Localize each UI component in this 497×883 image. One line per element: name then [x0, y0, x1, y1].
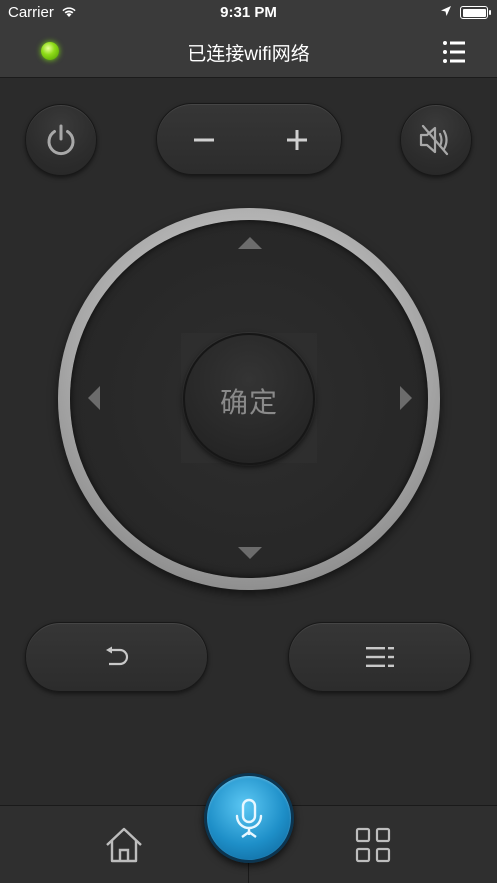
- arrow-down-icon: [238, 547, 262, 559]
- plus-icon: [286, 130, 307, 150]
- volume-up-button[interactable]: [250, 104, 343, 176]
- apps-tab-button[interactable]: [333, 812, 413, 878]
- home-icon: [106, 827, 142, 863]
- volume-down-button[interactable]: [157, 104, 250, 176]
- options-menu-button[interactable]: [288, 622, 471, 692]
- arrow-right-icon: [400, 386, 412, 410]
- nav-bar: 已连接wifi网络: [0, 26, 497, 78]
- battery-icon: [460, 6, 491, 19]
- volume-control: [156, 103, 342, 175]
- mute-icon: [419, 124, 449, 156]
- menu-lines-icon: [365, 647, 394, 667]
- home-tab-button[interactable]: [84, 812, 164, 878]
- dpad-right-button[interactable]: [366, 348, 426, 448]
- status-bar: Carrier 9:31 PM: [0, 0, 497, 26]
- microphone-icon: [235, 798, 263, 838]
- dpad-up-button[interactable]: [198, 222, 298, 282]
- back-button[interactable]: [25, 622, 208, 692]
- power-icon: [47, 124, 75, 156]
- ok-label: 确定: [219, 387, 278, 418]
- dpad-left-button[interactable]: [72, 348, 132, 448]
- power-button[interactable]: [25, 104, 97, 176]
- grid-icon: [355, 827, 391, 863]
- list-icon: [443, 41, 465, 63]
- arrow-left-icon: [88, 386, 100, 410]
- location-arrow-icon: [441, 6, 451, 16]
- voice-button[interactable]: [204, 773, 294, 863]
- mute-button[interactable]: [400, 104, 472, 176]
- menu-button[interactable]: [440, 39, 468, 65]
- back-icon: [105, 646, 128, 666]
- ok-button[interactable]: 确定: [183, 333, 315, 465]
- status-time: 9:31 PM: [220, 4, 277, 21]
- arrow-up-icon: [238, 237, 262, 249]
- page-title: 已连接wifi网络: [187, 44, 310, 65]
- minus-icon: [193, 138, 214, 142]
